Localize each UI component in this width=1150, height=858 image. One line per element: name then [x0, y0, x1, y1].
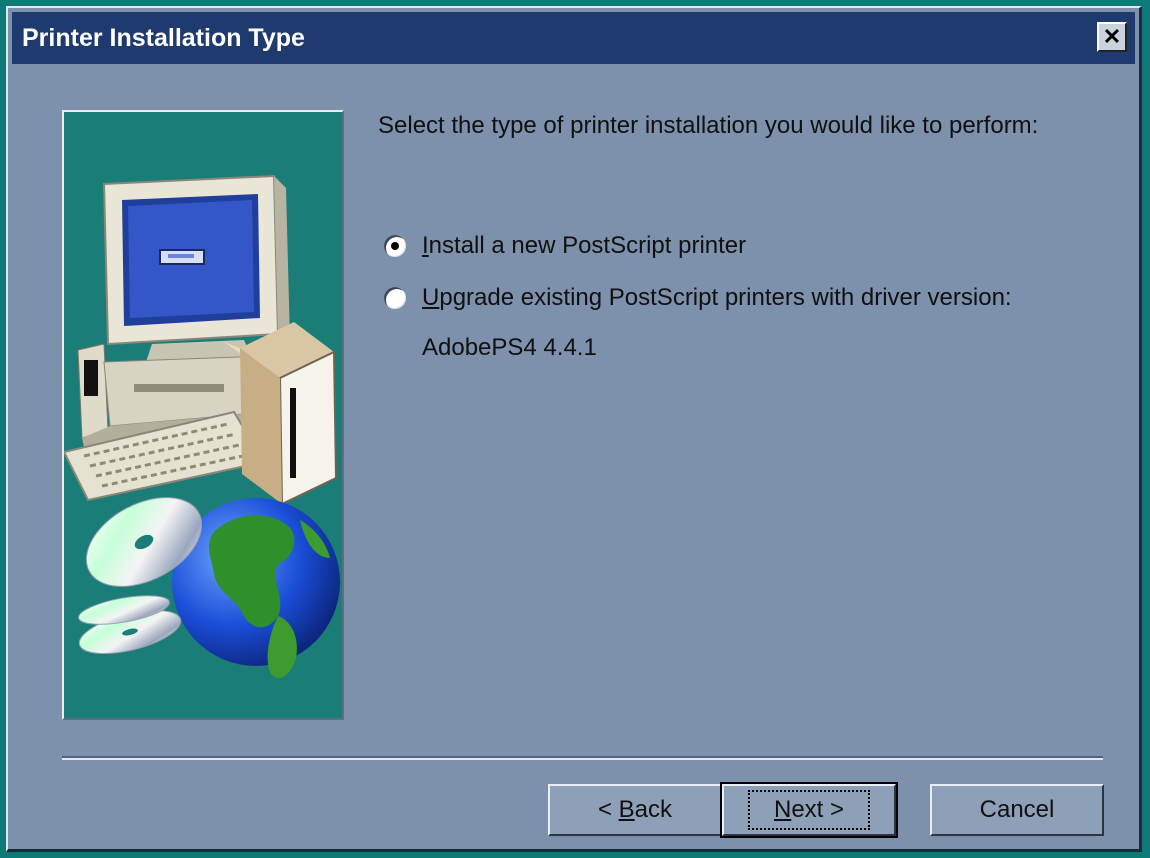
close-icon: ✕ — [1102, 24, 1122, 49]
radio-button-unselected[interactable] — [384, 287, 406, 309]
close-button[interactable]: ✕ — [1097, 22, 1127, 52]
option-label: Upgrade existing PostScript printers wit… — [422, 284, 1012, 312]
back-button[interactable]: < Back — [548, 784, 722, 836]
next-button[interactable]: Next > — [720, 782, 898, 838]
focus-rectangle: Next > — [747, 790, 871, 830]
radio-button-selected[interactable] — [384, 235, 406, 257]
installation-prompt: Select the type of printer installation … — [378, 112, 1039, 139]
monitor-icon — [102, 174, 290, 362]
separator-line — [62, 756, 1103, 760]
option-label: Install a new PostScript printer — [422, 232, 746, 260]
accelerator-key: I — [422, 232, 429, 259]
accelerator-key: B — [618, 796, 635, 823]
cancel-button-label: Cancel — [979, 796, 1055, 823]
cancel-button[interactable]: Cancel — [930, 784, 1104, 836]
printer-installation-dialog: Printer Installation Type ✕ Select the t… — [6, 6, 1142, 852]
setup-illustration-panel — [62, 110, 344, 720]
title-bar[interactable]: Printer Installation Type ✕ — [12, 12, 1135, 64]
back-button-prefix: < — [597, 796, 619, 823]
option-upgrade-existing-printers[interactable]: Upgrade existing PostScript printers wit… — [384, 284, 1012, 312]
option-label-text: nstall a new PostScript printer — [428, 232, 747, 259]
back-button-label: ack — [634, 796, 673, 823]
computer-globe-illustration — [64, 174, 340, 679]
option-install-new-printer[interactable]: Install a new PostScript printer — [384, 232, 746, 260]
accelerator-key: N — [773, 796, 792, 823]
window-title: Printer Installation Type — [22, 23, 305, 52]
accelerator-key: U — [422, 284, 440, 311]
option-label-text: pgrade existing PostScript printers with… — [439, 284, 1012, 311]
driver-version-text: AdobePS4 4.4.1 — [422, 334, 597, 361]
next-button-label: ext > — [791, 796, 845, 823]
